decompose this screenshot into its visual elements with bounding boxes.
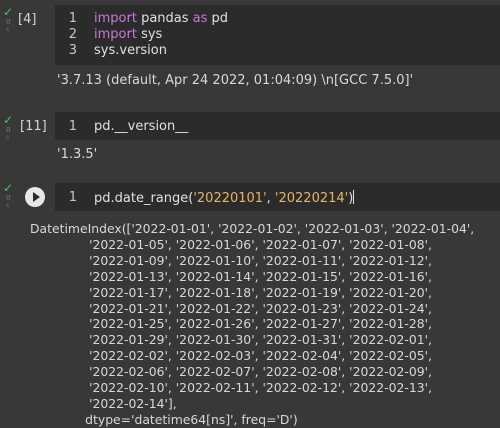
- code-editor[interactable]: 1 pd.__version__: [55, 112, 500, 140]
- execution-count: [4]: [18, 12, 37, 27]
- success-check-icon: ✓: [3, 5, 14, 19]
- output-line: '2022-02-02', '2022-02-03', '2022-02-04'…: [30, 348, 432, 364]
- code-cell-2[interactable]: ✓ 0 s [11] 1 pd.__version__ '1.3.5': [0, 108, 500, 178]
- run-cell-button[interactable]: [25, 187, 45, 207]
- code-text: import sys: [94, 27, 163, 42]
- line-number: 3: [68, 43, 77, 58]
- code-line: 2 import sys: [55, 27, 475, 43]
- code-text: sys.version: [94, 43, 167, 58]
- line-number: 2: [68, 27, 77, 42]
- timer-icon: 0: [6, 18, 11, 26]
- output-line: '2022-02-06', '2022-02-07', '2022-02-08'…: [30, 364, 432, 380]
- seconds-icon: s: [6, 26, 10, 33]
- output-line: '2022-01-09', '2022-01-10', '2022-01-11'…: [30, 252, 432, 268]
- code-text[interactable]: pd.date_range('20220101', '20220214'): [94, 190, 355, 207]
- output-line: dtype='datetime64[ns]', freq='D'): [30, 411, 298, 427]
- execution-count: [11]: [20, 119, 47, 134]
- code-line: 1 import pandas as pd: [55, 11, 475, 27]
- code-editor[interactable]: 1 pd.date_range('20220101', '20220214'): [55, 183, 500, 211]
- output-line: '2022-02-10', '2022-02-11', '2022-02-12'…: [30, 380, 432, 395]
- seconds-icon: s: [6, 134, 10, 141]
- code-cell-1[interactable]: ✓ 0 s [4] 1 import pandas as pd 2 import…: [0, 0, 500, 100]
- text-cursor: [353, 190, 355, 204]
- code-line: 1 pd.__version__: [55, 119, 475, 135]
- output-line: '2022-01-05', '2022-01-06', '2022-01-07'…: [30, 236, 432, 252]
- code-text: pd.__version__: [94, 119, 189, 134]
- cell-output: '3.7.13 (default, Apr 24 2022, 01:04:09)…: [57, 73, 414, 88]
- timer-icon: 0: [6, 194, 11, 202]
- output-line: '2022-02-14'],: [30, 395, 177, 411]
- code-text: import pandas as pd: [94, 11, 229, 26]
- output-line: '2022-01-13', '2022-01-14', '2022-01-15'…: [30, 268, 432, 284]
- line-number: 1: [68, 190, 77, 205]
- success-check-icon: ✓: [3, 181, 14, 195]
- line-number: 1: [68, 11, 77, 26]
- output-line: '2022-01-29', '2022-01-30', '2022-01-31'…: [30, 332, 432, 348]
- output-line: '2022-01-21', '2022-01-22', '2022-01-23'…: [30, 300, 432, 316]
- output-line: '2022-01-17', '2022-01-18', '2022-01-19'…: [30, 284, 432, 300]
- output-line: DatetimeIndex(['2022-01-01', '2022-01-02…: [30, 221, 475, 236]
- code-line: 3 sys.version: [55, 43, 475, 59]
- code-cell-3[interactable]: ✓ 0 s 1 pd.date_range('20220101', '20220…: [0, 178, 500, 427]
- seconds-icon: s: [6, 202, 10, 209]
- success-check-icon: ✓: [3, 113, 14, 127]
- cell-output: '1.3.5': [57, 147, 98, 162]
- code-line: 1 pd.date_range('20220101', '20220214'): [55, 190, 475, 206]
- timer-icon: 0: [6, 126, 11, 134]
- output-line: '2022-01-25', '2022-01-26', '2022-01-27'…: [30, 316, 432, 332]
- code-editor[interactable]: 1 import pandas as pd 2 import sys 3 sys…: [55, 5, 500, 65]
- line-number: 1: [68, 119, 77, 134]
